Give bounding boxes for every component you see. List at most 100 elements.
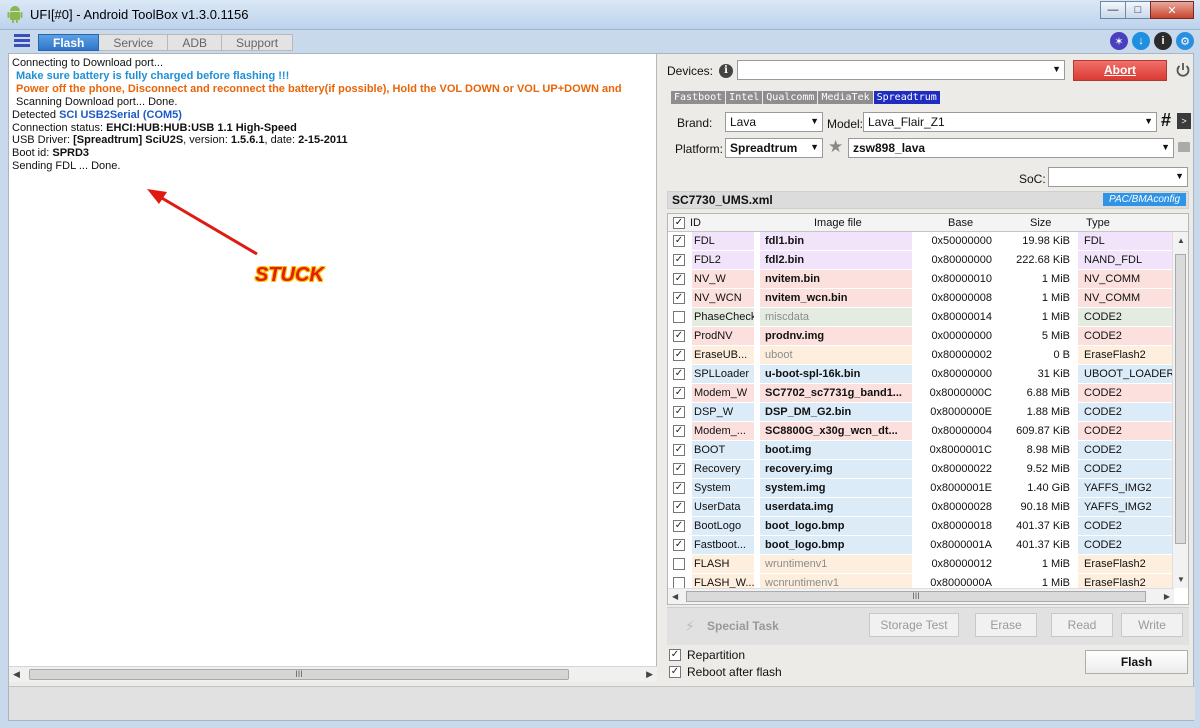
row-checkbox[interactable]: ✓ <box>673 520 685 532</box>
cell-image-file[interactable]: userdata.img <box>760 498 912 516</box>
row-checkbox[interactable]: ✓ <box>673 330 685 342</box>
folder-icon[interactable] <box>1178 142 1190 152</box>
row-checkbox[interactable]: ✓ <box>673 368 685 380</box>
cell-image-file[interactable]: boot.img <box>760 441 912 459</box>
soc-dropdown[interactable]: ▼ <box>1048 167 1188 187</box>
chip-spreadtrum[interactable]: Spreadtrum <box>873 91 940 104</box>
table-row[interactable]: ✓ Modem_W SC7702_sc7731g_band1... 0x8000000… <box>668 384 1174 403</box>
repartition-option[interactable]: ✓ Repartition <box>669 648 782 665</box>
row-checkbox[interactable]: ✓ <box>673 292 685 304</box>
scroll-thumb[interactable] <box>1175 254 1186 544</box>
firmware-dropdown[interactable]: zsw898_lava ▼ <box>848 138 1174 158</box>
scroll-down-icon[interactable]: ▼ <box>1177 575 1185 584</box>
read-button[interactable]: Read <box>1051 613 1113 637</box>
row-checkbox[interactable]: ✓ <box>673 235 685 247</box>
column-size[interactable]: Size <box>1030 217 1051 229</box>
row-checkbox[interactable]: ✓ <box>673 501 685 513</box>
flash-button[interactable]: Flash <box>1085 650 1188 674</box>
gear-icon[interactable]: ⚙ <box>1176 32 1194 50</box>
table-row[interactable]: ✓ UserData userdata.img 0x80000028 90.18 MiB… <box>668 498 1174 517</box>
tab-support[interactable]: Support <box>222 34 294 51</box>
terminal-icon[interactable]: > <box>1177 113 1191 129</box>
erase-button[interactable]: Erase <box>975 613 1037 637</box>
reboot-option[interactable]: ✓ Reboot after flash <box>669 665 782 682</box>
cell-image-file[interactable]: recovery.img <box>760 460 912 478</box>
row-checkbox[interactable] <box>673 311 685 323</box>
pac-config-badge[interactable]: PAC/BMAconfig <box>1103 193 1186 206</box>
cell-image-file[interactable]: fdl2.bin <box>760 251 912 269</box>
table-row[interactable]: ✓ NV_W nvitem.bin 0x80000010 1 MiB NV_COMM <box>668 270 1174 289</box>
cell-image-file[interactable]: miscdata <box>760 308 912 326</box>
scroll-right-icon[interactable]: ▶ <box>1164 592 1170 601</box>
network-icon[interactable]: ✶ <box>1110 32 1128 50</box>
hash-icon[interactable]: # <box>1161 110 1171 131</box>
menu-icon[interactable] <box>14 34 30 48</box>
column-base[interactable]: Base <box>948 217 973 229</box>
row-checkbox[interactable]: ✓ <box>673 444 685 456</box>
scroll-thumb[interactable]: III <box>686 591 1146 602</box>
star-icon[interactable]: ★ <box>828 137 843 157</box>
repartition-checkbox[interactable]: ✓ <box>669 649 681 661</box>
row-checkbox[interactable] <box>673 558 685 570</box>
column-image-file[interactable]: Image file <box>814 217 862 229</box>
info-icon[interactable]: i <box>719 64 733 78</box>
reboot-checkbox[interactable]: ✓ <box>669 666 681 678</box>
table-horizontal-scrollbar[interactable]: ◀ III ▶ <box>668 588 1174 604</box>
minimize-button[interactable]: — <box>1100 1 1126 19</box>
column-id[interactable]: ID <box>690 217 701 229</box>
cell-image-file[interactable]: boot_logo.bmp <box>760 517 912 535</box>
log-horizontal-scrollbar[interactable]: ◀ III ▶ <box>9 666 657 682</box>
table-row[interactable]: ✓ Recovery recovery.img 0x80000022 9.52 MiB C… <box>668 460 1174 479</box>
power-icon[interactable] <box>1175 62 1191 78</box>
scroll-left-icon[interactable]: ◀ <box>13 669 20 680</box>
table-row[interactable]: ✓ EraseUB... uboot 0x80000002 0 B EraseFlash2 <box>668 346 1174 365</box>
table-row[interactable]: PhaseCheck miscdata 0x80000014 1 MiB CODE2 <box>668 308 1174 327</box>
table-row[interactable]: FLASH wruntimenv1 0x80000012 1 MiB EraseFlas… <box>668 555 1174 574</box>
table-row[interactable]: ✓ BootLogo boot_logo.bmp 0x80000018 401.37 K… <box>668 517 1174 536</box>
table-row[interactable]: ✓ ProdNV prodnv.img 0x00000000 5 MiB CODE2 <box>668 327 1174 346</box>
cell-image-file[interactable]: nvitem_wcn.bin <box>760 289 912 307</box>
chip-intel[interactable]: Intel <box>726 91 763 104</box>
scroll-up-icon[interactable]: ▲ <box>1177 236 1185 245</box>
chip-fastboot[interactable]: Fastboot <box>671 91 726 104</box>
table-row[interactable]: ✓ NV_WCN nvitem_wcn.bin 0x80000008 1 MiB NV_C… <box>668 289 1174 308</box>
row-checkbox[interactable]: ✓ <box>673 254 685 266</box>
cell-image-file[interactable]: SC8800G_x30g_wcn_dt... <box>760 422 912 440</box>
row-checkbox[interactable]: ✓ <box>673 482 685 494</box>
cell-image-file[interactable]: prodnv.img <box>760 327 912 345</box>
model-dropdown[interactable]: Lava_Flair_Z1 ▼ <box>863 112 1157 132</box>
table-row[interactable]: ✓ FDL fdl1.bin 0x50000000 19.98 KiB FDL <box>668 232 1174 251</box>
row-checkbox[interactable]: ✓ <box>673 425 685 437</box>
column-type[interactable]: Type <box>1086 217 1110 229</box>
brand-dropdown[interactable]: Lava ▼ <box>725 112 823 132</box>
devices-dropdown[interactable]: ▼ <box>737 60 1065 80</box>
cell-image-file[interactable]: uboot <box>760 346 912 364</box>
scroll-right-icon[interactable]: ▶ <box>646 669 653 680</box>
cell-image-file[interactable]: u-boot-spl-16k.bin <box>760 365 912 383</box>
maximize-button[interactable]: □ <box>1125 1 1151 19</box>
table-row[interactable]: ✓ System system.img 0x8000001E 1.40 GiB YAFFS… <box>668 479 1174 498</box>
table-row[interactable]: ✓ FDL2 fdl2.bin 0x80000000 222.68 KiB NAND_FD… <box>668 251 1174 270</box>
row-checkbox[interactable]: ✓ <box>673 387 685 399</box>
storage-test-button[interactable]: Storage Test <box>869 613 959 637</box>
download-icon[interactable]: ↓ <box>1132 32 1150 50</box>
table-row[interactable]: ✓ SPLLoader u-boot-spl-16k.bin 0x80000000 31… <box>668 365 1174 384</box>
cell-image-file[interactable]: DSP_DM_G2.bin <box>760 403 912 421</box>
tab-service[interactable]: Service <box>99 34 169 51</box>
row-checkbox[interactable]: ✓ <box>673 406 685 418</box>
abort-button[interactable]: Abort <box>1073 60 1167 81</box>
cell-image-file[interactable]: system.img <box>760 479 912 497</box>
table-row[interactable]: ✓ BOOT boot.img 0x8000001C 8.98 MiB CODE2 <box>668 441 1174 460</box>
row-checkbox[interactable]: ✓ <box>673 273 685 285</box>
write-button[interactable]: Write <box>1121 613 1183 637</box>
row-checkbox[interactable]: ✓ <box>673 539 685 551</box>
cell-image-file[interactable]: boot_logo.bmp <box>760 536 912 554</box>
platform-dropdown[interactable]: Spreadtrum ▼ <box>725 138 823 158</box>
tab-flash[interactable]: Flash <box>38 34 100 51</box>
table-row[interactable]: ✓ DSP_W DSP_DM_G2.bin 0x8000000E 1.88 MiB COD… <box>668 403 1174 422</box>
info-circle-icon[interactable]: i <box>1154 32 1172 50</box>
cell-image-file[interactable]: SC7702_sc7731g_band1... <box>760 384 912 402</box>
table-row[interactable]: ✓ Modem_... SC8800G_x30g_wcn_dt... 0x800000… <box>668 422 1174 441</box>
cell-image-file[interactable]: fdl1.bin <box>760 232 912 250</box>
chip-qualcomm[interactable]: Qualcomm <box>763 91 818 104</box>
